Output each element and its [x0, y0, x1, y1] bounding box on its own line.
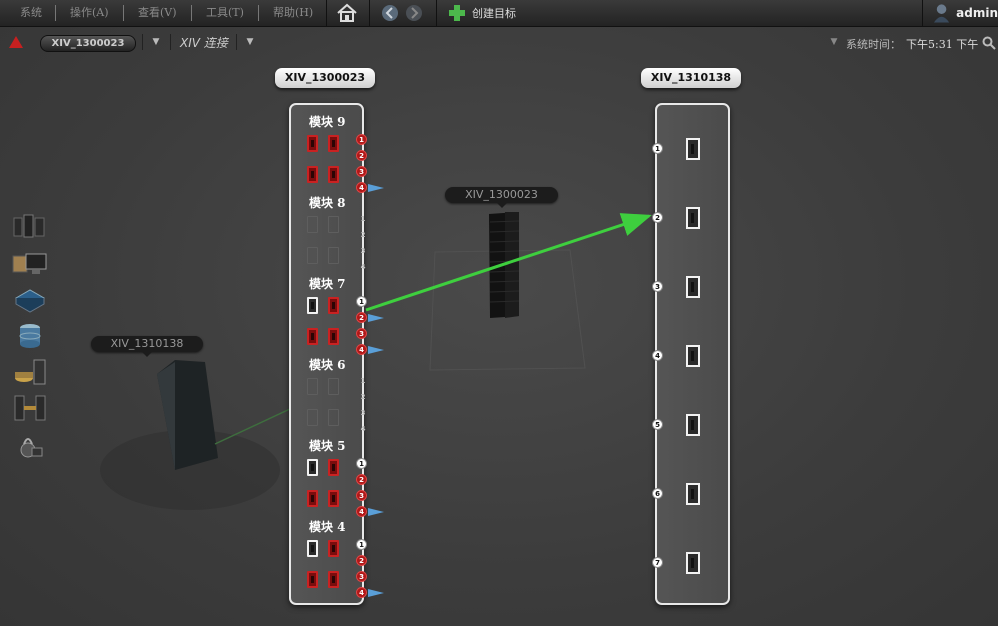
module-port[interactable] — [328, 490, 339, 507]
module-port[interactable] — [328, 247, 339, 264]
module-label: 模块 6 — [309, 358, 346, 372]
source-modules-panel: 模块 9 1 2 3 4 模块 8 1 2 3 4 模块 7 1 2 3 4 模块 6 1 2 3 4 模块 5 1 2 3 4… — [289, 103, 384, 605]
module-port[interactable] — [307, 459, 318, 476]
module-port[interactable] — [328, 540, 339, 557]
port-number-badge[interactable]: 4 — [359, 263, 367, 272]
target-port[interactable] — [686, 207, 700, 229]
target-port[interactable] — [686, 414, 700, 436]
module-label: 模块 5 — [309, 439, 346, 453]
module-port[interactable] — [307, 540, 318, 557]
module-port[interactable] — [307, 166, 318, 183]
port-number-badge[interactable]: 4 — [356, 506, 367, 517]
remote-system-bubble: XIV_1310138 — [91, 336, 203, 357]
target-port-number[interactable]: 5 — [652, 419, 663, 430]
port-link-arrow[interactable] — [368, 346, 384, 354]
module-port[interactable] — [307, 247, 318, 264]
module-port[interactable] — [307, 571, 318, 588]
target-port-number[interactable]: 1 — [652, 143, 663, 154]
target-system-title: XIV_1310138 — [641, 68, 741, 88]
port-link-arrow[interactable] — [368, 589, 384, 597]
target-port-number[interactable]: 6 — [652, 488, 663, 499]
port-number-badge[interactable]: 3 — [356, 166, 367, 177]
port-number-badge[interactable]: 2 — [356, 312, 367, 323]
module-label: 模块 8 — [309, 196, 346, 210]
port-number-badge[interactable]: 2 — [359, 393, 367, 402]
local-system-bubble: XIV_1300023 — [445, 187, 558, 208]
port-number-badge[interactable]: 3 — [359, 247, 367, 256]
port-number-badge[interactable]: 3 — [359, 409, 367, 418]
port-number-badge[interactable]: 3 — [356, 571, 367, 582]
module-label: 模块 9 — [309, 115, 346, 129]
port-link-arrow[interactable] — [368, 314, 384, 322]
target-port-number[interactable]: 7 — [652, 557, 663, 568]
port-number-badge[interactable]: 3 — [356, 490, 367, 501]
target-ports-panel: 1 2 3 4 5 6 7 — [652, 103, 730, 605]
target-port-number[interactable]: 2 — [652, 212, 663, 223]
port-number-badge[interactable]: 4 — [356, 182, 367, 193]
target-port[interactable] — [686, 345, 700, 367]
port-number-badge[interactable]: 2 — [356, 555, 367, 566]
module-port[interactable] — [307, 378, 318, 395]
target-port-number[interactable]: 3 — [652, 281, 663, 292]
background-scene — [100, 212, 586, 510]
module-port[interactable] — [307, 297, 318, 314]
port-link-arrow[interactable] — [368, 184, 384, 192]
module-port[interactable] — [328, 297, 339, 314]
module-port[interactable] — [328, 216, 339, 233]
module-port[interactable] — [307, 216, 318, 233]
module-port[interactable] — [328, 328, 339, 345]
port-number-badge[interactable]: 2 — [356, 150, 367, 161]
module-port[interactable] — [328, 571, 339, 588]
module-port[interactable] — [307, 328, 318, 345]
port-number-badge[interactable]: 1 — [356, 134, 367, 145]
module-port[interactable] — [328, 409, 339, 426]
port-number-badge[interactable]: 4 — [359, 425, 367, 434]
source-system-title: XIV_1300023 — [275, 68, 375, 88]
target-port[interactable] — [686, 552, 700, 574]
target-port[interactable] — [686, 276, 700, 298]
module-port[interactable] — [307, 490, 318, 507]
target-port[interactable] — [686, 138, 700, 160]
port-number-badge[interactable]: 1 — [359, 377, 367, 386]
port-number-badge[interactable]: 4 — [356, 587, 367, 598]
port-number-badge[interactable]: 1 — [359, 215, 367, 224]
module-port[interactable] — [328, 135, 339, 152]
port-number-badge[interactable]: 1 — [356, 296, 367, 307]
module-port[interactable] — [307, 409, 318, 426]
port-link-arrow[interactable] — [368, 508, 384, 516]
module-label: 模块 4 — [309, 520, 346, 534]
port-number-badge[interactable]: 1 — [356, 458, 367, 469]
port-number-badge[interactable]: 1 — [356, 539, 367, 550]
port-number-badge[interactable]: 3 — [356, 328, 367, 339]
module-port[interactable] — [328, 166, 339, 183]
port-number-badge[interactable]: 2 — [356, 474, 367, 485]
module-port[interactable] — [328, 459, 339, 476]
port-number-badge[interactable]: 4 — [356, 344, 367, 355]
target-port-number[interactable]: 4 — [652, 350, 663, 361]
target-port[interactable] — [686, 483, 700, 505]
port-number-badge[interactable]: 2 — [359, 231, 367, 240]
local-system-tower[interactable] — [489, 212, 520, 318]
module-label: 模块 7 — [309, 277, 346, 291]
module-port[interactable] — [307, 135, 318, 152]
module-port[interactable] — [328, 378, 339, 395]
remote-link-line — [214, 407, 293, 445]
